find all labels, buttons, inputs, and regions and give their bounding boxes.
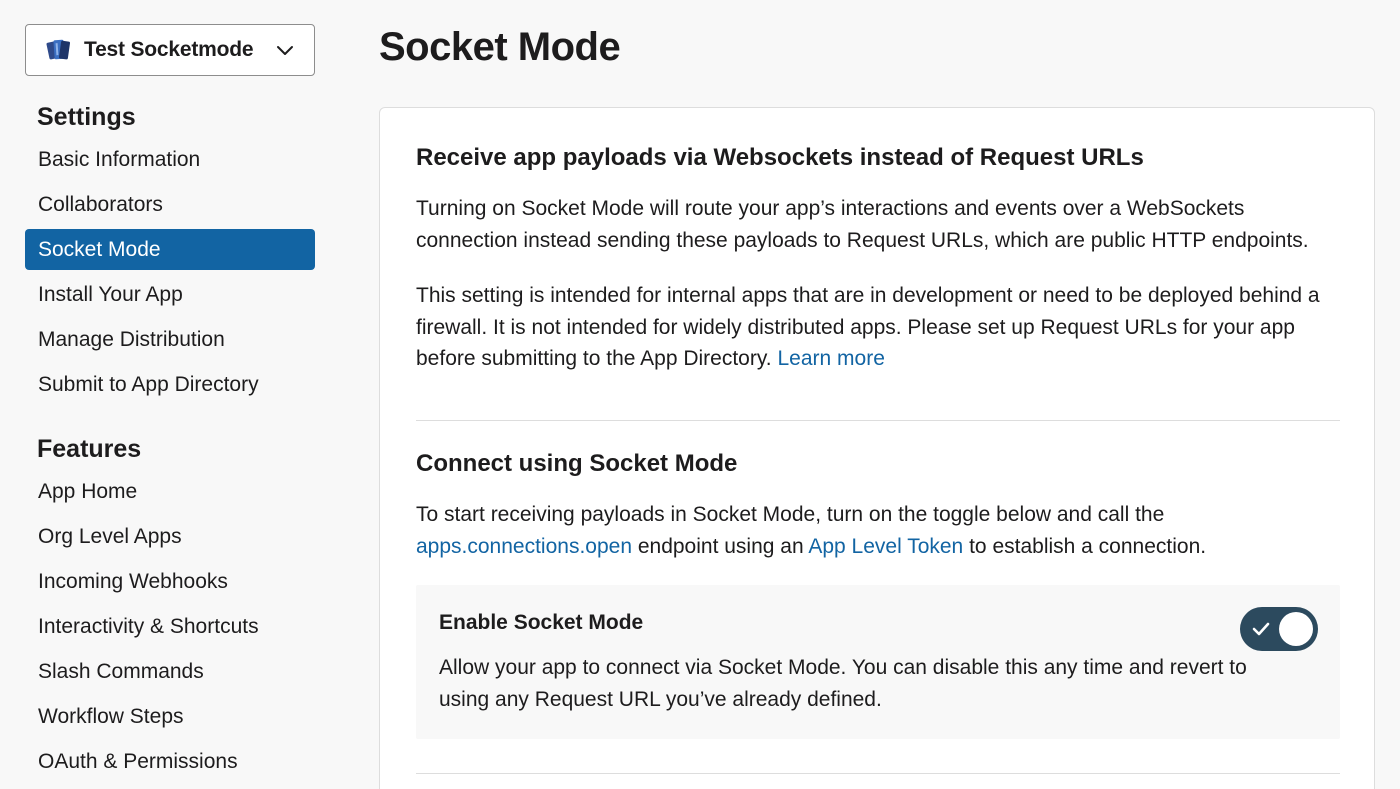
section-heading-receive-payloads: Receive app payloads via Websockets inst… bbox=[416, 144, 1144, 171]
checkmark-icon bbox=[1252, 622, 1270, 636]
app-switcher-dropdown[interactable]: Test Socketmode bbox=[25, 24, 315, 76]
apps-connections-open-link[interactable]: apps.connections.open bbox=[416, 535, 632, 558]
connect-paragraph: To start receiving payloads in Socket Mo… bbox=[416, 499, 1351, 562]
sidebar: Test Socketmode Settings Basic Informati… bbox=[0, 0, 345, 789]
connect-text-before: To start receiving payloads in Socket Mo… bbox=[416, 503, 1165, 526]
sidebar-item-workflow-steps[interactable]: Workflow Steps bbox=[25, 696, 315, 737]
enable-socket-mode-label: Enable Socket Mode bbox=[439, 611, 644, 634]
learn-more-link[interactable]: Learn more bbox=[777, 347, 884, 370]
sidebar-item-basic-information[interactable]: Basic Information bbox=[25, 139, 315, 180]
section-divider bbox=[416, 420, 1340, 421]
sidebar-item-app-home[interactable]: App Home bbox=[25, 471, 315, 512]
toggle-knob bbox=[1279, 612, 1313, 646]
sidebar-item-incoming-webhooks[interactable]: Incoming Webhooks bbox=[25, 561, 315, 602]
internal-apps-paragraph: This setting is intended for internal ap… bbox=[416, 280, 1351, 375]
intro-paragraph: Turning on Socket Mode will route your a… bbox=[416, 197, 1309, 252]
connect-text-middle: endpoint using an bbox=[637, 534, 804, 558]
enable-socket-mode-description: Allow your app to connect via Socket Mod… bbox=[439, 656, 1247, 711]
socket-mode-card: Receive app payloads via Websockets inst… bbox=[379, 107, 1375, 789]
sidebar-item-socket-mode[interactable]: Socket Mode bbox=[25, 229, 315, 270]
enable-socket-mode-toggle[interactable] bbox=[1240, 607, 1318, 651]
settings-section-title: Settings bbox=[37, 103, 136, 131]
chevron-down-icon bbox=[277, 46, 293, 55]
connect-text-after: to establish a connection. bbox=[969, 534, 1207, 558]
app-name: Test Socketmode bbox=[84, 38, 254, 61]
section-divider-bottom bbox=[416, 773, 1340, 774]
enable-socket-mode-panel: Enable Socket Mode Allow your app to con… bbox=[416, 585, 1340, 739]
features-section-title: Features bbox=[37, 435, 142, 463]
sidebar-item-manage-distribution[interactable]: Manage Distribution bbox=[25, 319, 315, 360]
app-icon bbox=[46, 39, 71, 60]
sidebar-item-slash-commands[interactable]: Slash Commands bbox=[25, 651, 315, 692]
app-level-token-link[interactable]: App Level Token bbox=[808, 535, 963, 558]
sidebar-item-oauth-permissions[interactable]: OAuth & Permissions bbox=[25, 741, 315, 782]
section-heading-connect: Connect using Socket Mode bbox=[416, 450, 738, 477]
sidebar-item-collaborators[interactable]: Collaborators bbox=[25, 184, 315, 225]
sidebar-item-org-level-apps[interactable]: Org Level Apps bbox=[25, 516, 315, 557]
page-title: Socket Mode bbox=[379, 25, 621, 69]
sidebar-item-install-your-app[interactable]: Install Your App bbox=[25, 274, 315, 315]
sidebar-item-interactivity-shortcuts[interactable]: Interactivity & Shortcuts bbox=[25, 606, 315, 647]
sidebar-item-submit-to-app-directory[interactable]: Submit to App Directory bbox=[25, 364, 315, 405]
